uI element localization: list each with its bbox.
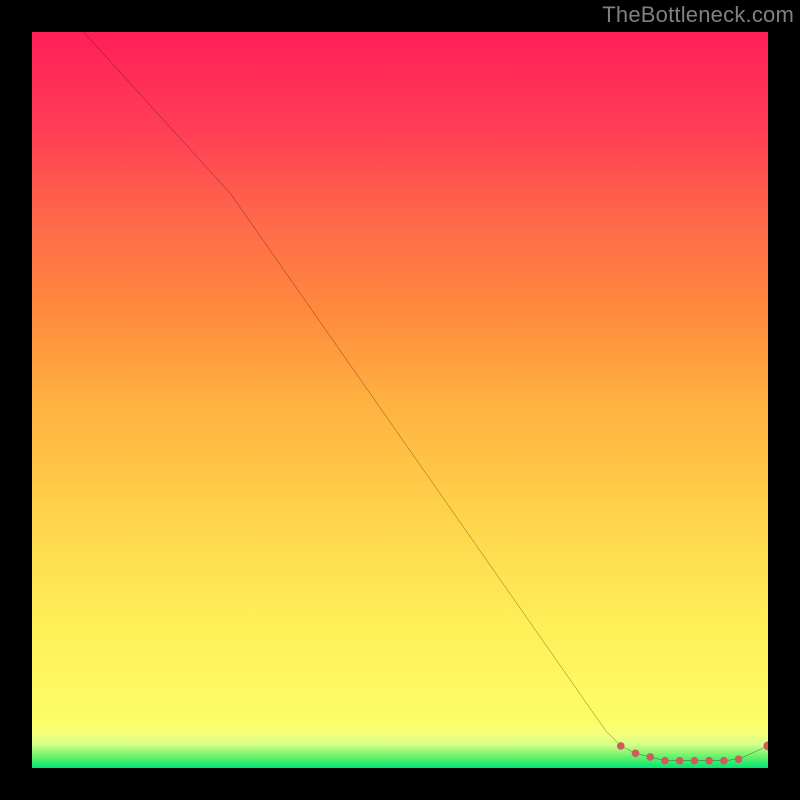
data-marker: [617, 742, 625, 750]
bottleneck-curve: [84, 32, 768, 761]
data-marker: [735, 755, 743, 763]
data-marker: [763, 741, 768, 750]
data-marker: [720, 757, 728, 765]
watermark-text: TheBottleneck.com: [602, 2, 794, 28]
data-marker: [646, 753, 654, 761]
data-marker: [705, 757, 713, 765]
marker-group: [617, 741, 768, 764]
data-marker: [632, 749, 640, 757]
plot-area: [32, 32, 768, 768]
chart-frame: TheBottleneck.com: [0, 0, 800, 800]
data-marker: [661, 757, 669, 765]
data-marker: [676, 757, 684, 765]
chart-svg: [32, 32, 768, 768]
data-marker: [691, 757, 699, 765]
